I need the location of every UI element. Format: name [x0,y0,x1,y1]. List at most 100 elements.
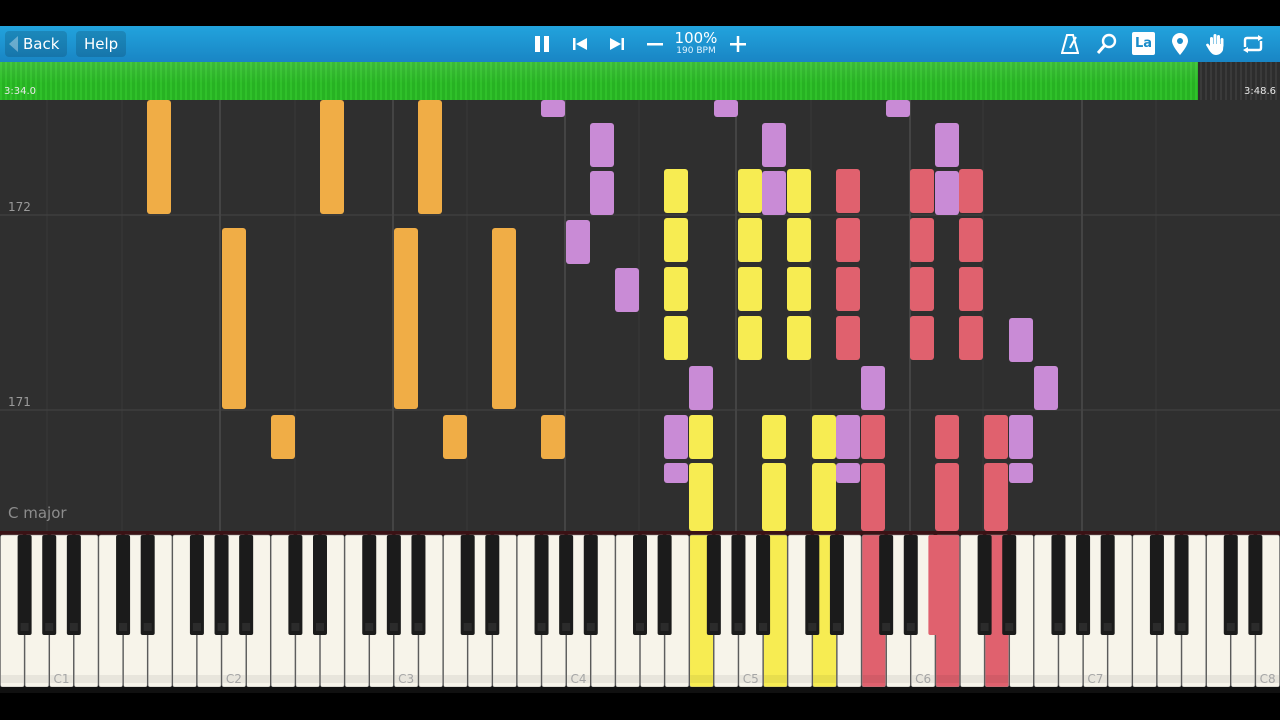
black-key[interactable] [977,535,992,635]
black-key[interactable] [534,535,549,635]
black-key[interactable] [239,535,254,635]
falling-note [664,218,688,262]
black-key[interactable] [1248,535,1263,635]
black-key-shine [242,623,251,631]
black-key[interactable] [1223,535,1238,635]
falling-note [762,123,786,167]
skip-back-button[interactable] [568,26,592,62]
hand-icon [1206,34,1224,55]
black-key[interactable] [42,535,57,635]
white-key-shade [1231,675,1255,683]
falling-note [787,267,811,311]
black-key-shine [488,623,497,631]
falling-note [762,463,786,531]
white-key-shade [616,675,639,683]
hand-button[interactable] [1204,26,1228,62]
black-key[interactable] [214,535,229,635]
black-key[interactable] [411,535,426,635]
black-key[interactable] [1149,535,1164,635]
falling-note [910,316,934,360]
black-key[interactable] [756,535,771,635]
piano-keyboard[interactable]: C1 C2 C3 C4 C5 C6 C7 C8 [0,531,1280,693]
white-key-shade [444,675,467,683]
white-key-shade [887,675,910,683]
marker-button[interactable] [1169,26,1191,62]
black-key[interactable] [189,535,204,635]
falling-note [1009,415,1033,459]
white-key-shade [321,675,344,683]
black-key[interactable] [1076,535,1091,635]
black-key[interactable] [1002,535,1017,635]
black-key[interactable] [66,535,81,635]
metronome-button[interactable] [1058,26,1082,62]
black-key[interactable] [140,535,155,635]
plus-icon [730,36,746,52]
white-key-shade [690,675,713,683]
black-key[interactable] [706,535,721,635]
black-key[interactable] [633,535,647,635]
white-key-shade [542,675,566,683]
black-key[interactable] [1174,535,1189,635]
falling-note [861,415,885,459]
speed-decrease-button[interactable] [643,26,667,62]
white-key-shade [837,675,861,683]
black-key[interactable] [116,535,131,635]
find-button[interactable] [1094,26,1120,62]
black-key[interactable] [288,535,303,635]
black-key-shine [1054,623,1063,631]
white-key-shade [99,675,123,683]
skip-forward-button[interactable] [605,26,629,62]
loop-icon [1243,35,1263,53]
black-key[interactable] [362,535,377,635]
black-key-shine [832,623,841,631]
black-key-shine [709,623,718,631]
black-key-shine [414,623,423,631]
black-key[interactable] [657,535,672,635]
song-progress-bar[interactable]: 3:34.0 3:48.6 [0,62,1280,100]
black-key-shine [980,623,989,631]
black-key-shine [562,623,571,631]
octave-label: C6 [915,672,931,686]
speed-increase-button[interactable] [726,26,750,62]
falling-note [738,267,762,311]
falling-note [664,316,688,360]
black-key-shine [1177,623,1186,631]
black-key[interactable] [879,535,894,635]
falling-note [836,463,860,483]
black-key[interactable] [903,535,918,635]
black-key-shine [217,623,226,631]
pause-button[interactable] [529,26,555,62]
black-key[interactable] [559,535,574,635]
black-key[interactable] [485,535,500,635]
falling-note [984,463,1008,531]
magnifier-icon [1096,33,1117,54]
black-key[interactable] [928,535,943,635]
measure-number: 171 [8,395,31,409]
la-icon[interactable]: La [1132,32,1155,55]
falling-notes-area[interactable]: 172 171 C major [0,100,1280,531]
white-key-shade [764,675,787,683]
falling-note [664,169,688,213]
black-key[interactable] [1051,535,1066,635]
falling-note [541,100,565,117]
falling-note [147,100,171,214]
black-key[interactable] [805,535,820,635]
black-key[interactable] [460,535,475,635]
falling-note [812,463,836,531]
black-key[interactable] [583,535,598,635]
black-key[interactable] [731,535,746,635]
black-key[interactable] [17,535,32,635]
loop-button[interactable] [1240,26,1266,62]
black-key[interactable] [829,535,844,635]
falling-note [812,415,836,459]
white-key-shade [936,675,959,683]
black-key[interactable] [313,535,327,635]
black-key[interactable] [1100,535,1115,635]
help-button[interactable]: Help [76,31,127,57]
falling-note [541,415,565,459]
falling-note [762,415,786,459]
back-button[interactable]: Back [5,31,68,57]
black-key[interactable] [386,535,401,635]
falling-note [935,171,959,215]
speed-display[interactable]: 100% 190 BPM [668,31,724,57]
